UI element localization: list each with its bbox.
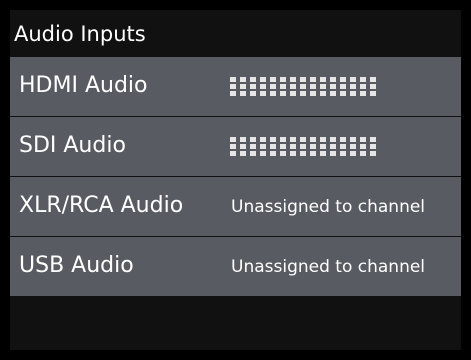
audio-input-usb[interactable]: USB Audio Unassigned to channel (10, 237, 461, 296)
meter-segment (370, 77, 376, 97)
audio-input-hdmi[interactable]: HDMI Audio (10, 57, 461, 116)
meter-segment (280, 137, 286, 157)
meter-segment (320, 137, 326, 157)
audio-input-label: XLR/RCA Audio (19, 193, 184, 218)
meter-segment (370, 137, 376, 157)
meter-segment (260, 77, 266, 97)
meter-segment (360, 137, 366, 157)
meter-segment (300, 137, 306, 157)
meter-segment (230, 77, 236, 97)
meter-segment (330, 137, 336, 157)
meter-segment (320, 77, 326, 97)
audio-input-label: HDMI Audio (19, 73, 148, 98)
channel-status: Unassigned to channel (231, 197, 426, 217)
meter-segment (240, 77, 246, 97)
audio-input-xlr-rca[interactable]: XLR/RCA Audio Unassigned to channel (10, 177, 461, 236)
meter-segment (270, 137, 276, 157)
audio-input-label: SDI Audio (19, 133, 126, 158)
meter-segment (240, 137, 246, 157)
audio-input-sdi[interactable]: SDI Audio (10, 117, 461, 176)
meter-segment (330, 77, 336, 97)
meter-segment (250, 137, 256, 157)
meter-segment (350, 77, 356, 97)
panel-header: Audio Inputs (10, 10, 461, 55)
meter-segment (300, 77, 306, 97)
audio-level-meter (230, 77, 451, 97)
meter-segment (290, 77, 296, 97)
meter-segment (340, 77, 346, 97)
meter-segment (280, 77, 286, 97)
meter-segment (360, 77, 366, 97)
channel-status: Unassigned to channel (231, 257, 426, 277)
meter-segment (270, 77, 276, 97)
meter-segment (350, 137, 356, 157)
meter-segment (340, 137, 346, 157)
empty-area (10, 297, 461, 350)
audio-input-list: HDMI Audio SDI Audio XLR/RCA Audio Unass… (10, 57, 461, 297)
meter-segments (230, 137, 376, 157)
meter-segment (230, 137, 236, 157)
meter-segment (250, 77, 256, 97)
meter-segments (230, 77, 376, 97)
audio-inputs-panel: Audio Inputs HDMI Audio SDI Audio XLR/RC… (10, 10, 461, 350)
audio-level-meter (230, 137, 451, 157)
meter-segment (310, 137, 316, 157)
meter-segment (290, 137, 296, 157)
meter-segment (260, 137, 266, 157)
page-title: Audio Inputs (14, 22, 146, 46)
meter-segment (310, 77, 316, 97)
audio-input-label: USB Audio (19, 253, 134, 278)
